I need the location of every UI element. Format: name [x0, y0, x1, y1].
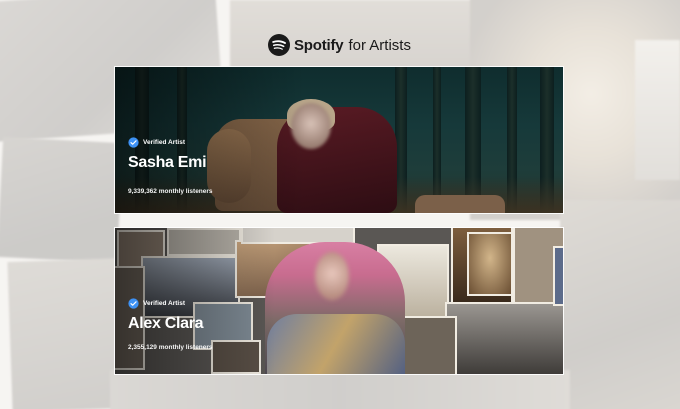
- artist-name: Sasha Emi: [128, 154, 207, 171]
- verified-check-icon: [128, 137, 139, 148]
- verified-badge: Verified Artist: [128, 137, 213, 148]
- monthly-listeners: 9,339,362 monthly listeners: [128, 188, 213, 195]
- verified-check-icon: [128, 298, 139, 309]
- logo-subtitle: for Artists: [348, 36, 411, 54]
- logo-wordmark: Spotify: [294, 36, 344, 54]
- spotify-for-artists-logo[interactable]: Spotify for Artists: [268, 33, 411, 57]
- artist-card-sasha-emi[interactable]: Verified Artist Sasha Emi 9,339,362 mont…: [115, 67, 563, 213]
- verified-label: Verified Artist: [143, 300, 186, 307]
- verified-badge: Verified Artist: [128, 298, 213, 309]
- verified-label: Verified Artist: [143, 139, 186, 146]
- spotify-logo-icon: [268, 34, 290, 56]
- monthly-listeners: 2,355,129 monthly listeners: [128, 344, 213, 351]
- artist-name: Alex Clara: [128, 315, 204, 332]
- artist-card-alex-clara[interactable]: Verified Artist Alex Clara 2,355,129 mon…: [115, 228, 563, 374]
